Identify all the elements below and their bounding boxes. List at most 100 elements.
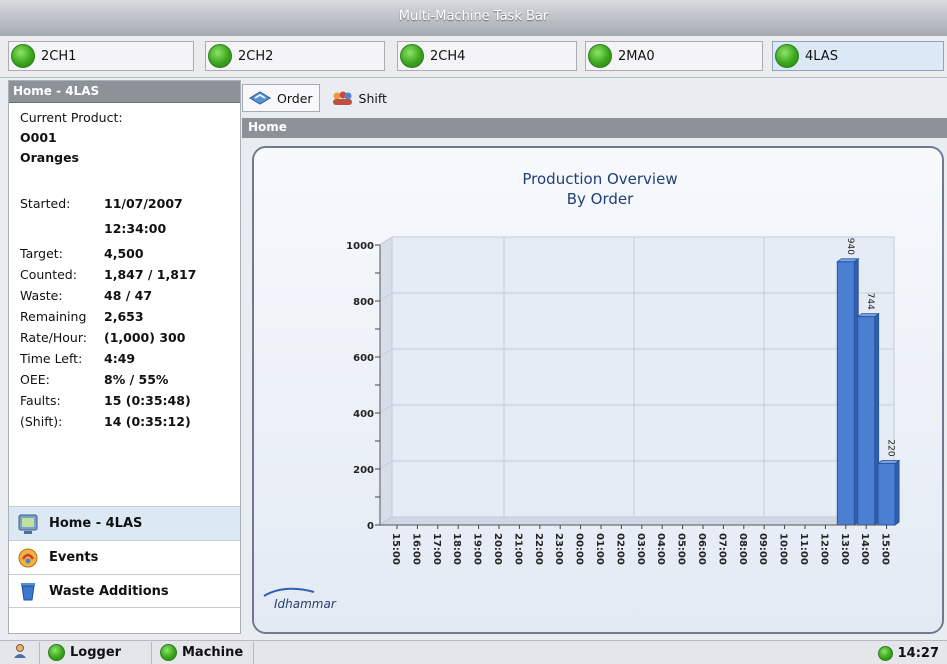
x-tick-label: 08:00 [737,533,748,565]
stat-row: Started: 11/07/2007 [20,193,235,214]
view-tabs: Order Shift [242,80,947,116]
stat-label: Waste: [20,288,63,303]
plot-area: 0 200 400 600 800 1000 15:00 16:00 17:00 18:00 19:… [346,236,901,565]
waste-bin-icon [17,580,39,602]
tab-label: Order [277,90,313,106]
chart-subtitle: By Order [567,190,634,208]
stat-label: Faults: [20,393,61,408]
x-tick-label: 04:00 [655,533,666,565]
clock-time: 14:27 [897,645,939,661]
product-name: Oranges [20,150,79,165]
logger-led-icon [48,644,65,661]
nav-item-label: Events [49,550,99,565]
machine-tab-2ch1[interactable]: 2CH1 [8,41,194,71]
user-button[interactable] [0,641,40,664]
stat-value: 2,653 [104,309,144,324]
machine-status[interactable]: Machine [152,641,254,664]
stat-row: OEE: 8% / 55% [20,369,235,390]
nav-item-waste-additions[interactable]: Waste Additions [9,574,240,608]
x-tick-label: 09:00 [757,533,768,565]
stat-row: Rate/Hour: (1,000) 300 [20,327,235,348]
chart-title: Production Overview [522,170,677,188]
bar [877,462,896,526]
tab-order[interactable]: Order [242,84,320,112]
stat-value: (1,000) 300 [104,330,186,345]
clock: 14:27 [877,643,939,663]
main-area: Order Shift Home Production Overview By … [242,80,947,634]
y-tick-label: 0 [367,521,374,532]
stat-label: Counted: [20,267,77,282]
x-tick-label: 19:00 [472,533,483,565]
machine-tab-2ch2[interactable]: 2CH2 [205,41,385,71]
nav-item-events[interactable]: Events [9,540,240,574]
stat-label [20,218,104,239]
x-tick-label: 07:00 [716,533,727,565]
logger-status[interactable]: Logger [40,641,152,664]
tab-shift[interactable]: Shift [324,84,394,112]
x-tick-label: 21:00 [512,533,523,565]
machine-tab-2ma0[interactable]: 2MA0 [585,41,763,71]
bar [836,261,855,526]
stat-label: (Shift): [20,414,63,429]
window-title: Multi-Machine Task Bar [398,9,549,24]
y-tick-label: 600 [353,353,374,364]
machine-tab-label: 4LAS [805,48,838,64]
stat-label: Remaining [20,309,87,324]
machine-tab-label: 2CH1 [41,48,77,64]
x-tick-label: 16:00 [410,533,421,565]
stat-row: 12:34:00 [20,218,235,239]
shift-icon [331,90,353,106]
x-tick-label: 05:00 [676,533,687,565]
nav-item-label: Home - 4LAS [49,516,143,531]
logger-label: Logger [70,645,122,660]
nav-item-home[interactable]: Home - 4LAS [9,506,240,540]
production-chart: Production Overview By Order 0 200 400 600 8… [254,148,942,632]
side-wall [379,236,393,526]
x-tick-label: 18:00 [451,533,462,565]
stat-value: 11/07/2007 [104,196,183,211]
stat-value: 14 (0:35:12) [104,414,191,429]
back-wall [391,236,895,518]
stat-value: 4:49 [104,351,136,366]
x-tick-label: 00:00 [574,533,585,565]
bar [857,316,876,526]
stat-row: (Shift): 14 (0:35:12) [20,411,235,432]
y-tick-label: 400 [353,409,374,420]
stat-label: OEE: [20,372,50,387]
stat-row: Remaining 2,653 [20,306,235,327]
x-tick-label: 22:00 [533,533,544,565]
x-tick-label: 06:00 [696,533,707,565]
status-bar: Logger Machine 14:27 [0,640,947,664]
product-code: O001 [20,130,57,145]
product-info: Current Product: O001 Oranges [9,103,240,168]
chart-panel: Production Overview By Order 0 200 400 600 8… [252,146,944,634]
x-tick-label: 11:00 [798,533,809,565]
machine-label: Machine [182,645,244,660]
y-tick-label: 1000 [346,241,374,252]
x-tick-label: 02:00 [614,533,625,565]
machine-tab-2ch4[interactable]: 2CH4 [397,41,577,71]
connection-ok-icon [877,645,893,661]
data-label: 940 [845,238,855,255]
status-led-icon [588,44,612,68]
stat-value: 48 / 47 [104,288,153,303]
status-led-icon [11,44,35,68]
stat-value: 15 (0:35:48) [104,393,191,408]
machine-led-icon [160,644,177,661]
stat-label: Rate/Hour: [20,330,87,345]
stats-list: Started: 11/07/2007 12:34:00 Target: 4,500… [20,193,235,432]
machine-tab-label: 2CH4 [430,48,466,64]
stat-row: Faults: 15 (0:35:48) [20,390,235,411]
x-tick-label: 01:00 [594,533,605,565]
order-icon [249,90,271,106]
stat-row: Waste: 48 / 47 [20,285,235,306]
left-panel: Home - 4LAS Current Product: O001 Orange… [8,80,241,634]
stat-value: 4,500 [104,246,144,261]
logo-text: Idhammar [274,597,337,611]
x-tick-label: 15:00 [880,533,891,565]
x-tick-label: 20:00 [492,533,503,565]
machine-tab-4las[interactable]: 4LAS [772,41,944,71]
current-product-label: Current Product: [20,110,123,125]
home-bar: Home [242,118,947,138]
status-led-icon [775,44,799,68]
